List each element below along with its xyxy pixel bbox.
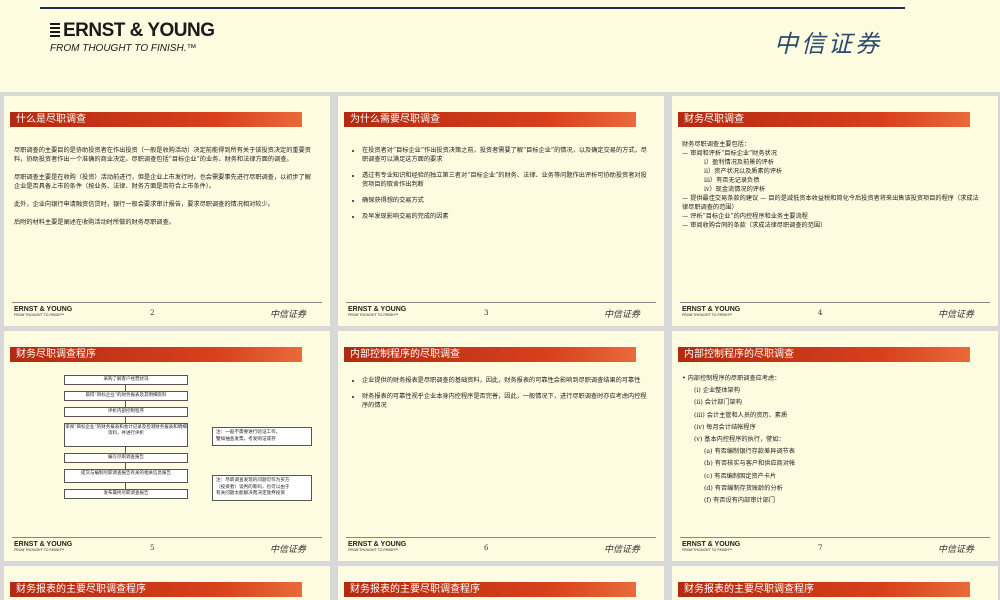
- slide-title: 内部控制程序的尽职调查: [678, 347, 970, 362]
- flow-step: 提交与编制尽职调查报告有关的相关信息报告: [64, 469, 188, 483]
- paragraph: 尽职调查主要是在收购（投资）活动前进行，但是企业上市发行时，也会需要事先进行尽职…: [14, 174, 311, 190]
- slide-footer: ERNST & YOUNG FROM THOUGHT TO FINISH™ 4 中…: [680, 302, 990, 323]
- footer-ey-logo: ERNST & YOUNG FROM THOUGHT TO FINISH™: [14, 541, 73, 552]
- slide-7[interactable]: 内部控制程序的尽职调查 • 内部控制程序的尽职调查应考虑： (i) 企业整体架构…: [672, 331, 998, 561]
- ey-logo-name: ERNST & YOUNG: [63, 20, 215, 41]
- ey-logo-tagline: FROM THOUGHT TO FINISH.™: [50, 43, 197, 54]
- text-line: (d) 有否编制存货账龄的分析: [704, 484, 783, 492]
- slide-8[interactable]: 财务报表的主要尽职调查程序: [4, 566, 330, 600]
- text-line: iii）有否无记录负债: [704, 177, 760, 184]
- slide-title: 为什么需要尽职调查: [344, 112, 636, 127]
- flow-step: 评析内部控制程序: [64, 407, 188, 417]
- slide-title: 内部控制程序的尽职调查: [344, 347, 636, 362]
- page-number: 2: [150, 309, 155, 317]
- footer-ey-logo: ERNST & YOUNG FROM THOUGHT TO FINISH™: [348, 306, 407, 317]
- slide-title: 财务报表的主要尽职调查程序: [344, 582, 636, 597]
- paragraph: 尽职调查的主要目的是协助投资者在作出投资（一般是收购活动）决定前能得到所有关于该…: [14, 147, 311, 163]
- slide-4[interactable]: 财务尽职调查 财务尽职调查主要包括： — 审阅和评析“目标企业”财务状况 i）盈…: [672, 96, 998, 326]
- page-number: 3: [484, 309, 489, 317]
- slide-title: 什么是尽职调查: [10, 112, 302, 127]
- slide-title: 财务尽职调查: [678, 112, 970, 127]
- flow-note: 注：尽职调查发现的问题可作为买方 （投资者）谈判的筹码，也可以由于 有关问题太能…: [212, 475, 312, 501]
- text-line: (iii) 会计主管和人员的资历、素质: [694, 411, 788, 419]
- page-number: 6: [484, 544, 489, 552]
- page-number: 5: [150, 544, 155, 552]
- text-line: (v) 基本内控程序的执行，譬如：: [694, 436, 785, 444]
- footer-cs-logo: 中信证券: [937, 310, 974, 320]
- text-line: • 内部控制程序的尽职调查应考虑：: [682, 375, 781, 382]
- text-line: (b) 有否核实与客户和供应商对帐: [704, 460, 796, 468]
- footer-cs-logo: 中信证券: [269, 310, 306, 320]
- slide-title: 财务报表的主要尽职调查程序: [678, 582, 970, 597]
- text-line: i）盈利情况及前景的评析: [704, 159, 775, 166]
- ey-bars-icon: [50, 23, 60, 37]
- flow-step: 采购了解客户经营状况: [64, 375, 188, 385]
- footer-ey-logo: ERNST & YOUNG FROM THOUGHT TO FINISH™: [348, 541, 407, 552]
- slide-footer: ERNST & YOUNG FROM THOUGHT TO FINISH™ 6 中…: [346, 537, 656, 558]
- slide-title: 财务尽职调查程序: [10, 347, 302, 362]
- slide-body: 财务尽职调查主要包括： — 审阅和评析“目标企业”财务状况 i）盈利情况及前景的…: [682, 140, 984, 230]
- footer-cs-logo: 中信证券: [603, 545, 640, 555]
- slide-2[interactable]: 什么是尽职调查 尽职调查的主要目的是协助投资者在作出投资（一般是收购活动）决定前…: [4, 96, 330, 326]
- footer-cs-logo: 中信证券: [269, 545, 306, 555]
- text-line: ii）资产状况以及质素的评析: [704, 168, 783, 175]
- slide-10[interactable]: 财务报表的主要尽职调查程序: [672, 566, 998, 600]
- text-line: — 提供最佳交易条款的建议 — 目的是减低资本收益税和简化今后投资者将来出售该投…: [682, 195, 979, 211]
- slide-body: 在投资者对“目标企业”作出投资决策之前，投资者需要了解“目标企业”的情况，以及确…: [348, 146, 650, 228]
- slide-footer: ERNST & YOUNG FROM THOUGHT TO FINISH™ 3 中…: [346, 302, 656, 323]
- paragraph: 此外，企业向银行申请融资信贷时，银行一般会要求审计报告，要求尽职调查的情况相对较…: [14, 201, 274, 208]
- slide-footer: ERNST & YOUNG FROM THOUGHT TO FINISH™ 2 中…: [12, 302, 322, 323]
- slide-6[interactable]: 内部控制程序的尽职调查 企业提供的财务报表是尽职调查的基础资料，因此，财务报表的…: [338, 331, 664, 561]
- slide-9[interactable]: 财务报表的主要尽职调查程序: [338, 566, 664, 600]
- bullet-item: 财务报表的可靠性视乎企业本身内控程序是否完善，因此，一般情况下，进行尽职调查时亦…: [362, 392, 650, 410]
- slide-title: 财务报表的主要尽职调查程序: [10, 582, 302, 597]
- text-line: (ii) 会计部门架构: [694, 399, 742, 407]
- flow-step: 审阅“目标企业”的财务报表和会计记录及检测财务报表和明细资料，并进行评析: [64, 423, 188, 447]
- header-rule: [40, 7, 905, 9]
- slide-body: 尽职调查的主要目的是协助投资者在作出投资（一般是收购活动）决定前能得到所有关于该…: [14, 146, 316, 236]
- flow-step: 取得“目标企业”的财务报表及其明细资料: [64, 391, 188, 401]
- footer-cs-logo: 中信证券: [937, 545, 974, 555]
- bullet-item: 企业提供的财务报表是尽职调查的基础资料，因此，财务报表的可靠性会影响到尽职调查结…: [362, 376, 650, 385]
- text-line: (f) 有否设有内部审计部门: [704, 497, 775, 505]
- bullet-item: 确保获得想的交易方式: [362, 196, 650, 205]
- page-header: ERNST & YOUNG FROM THOUGHT TO FINISH.™ 中…: [0, 0, 1000, 92]
- slide-body: 企业提供的财务报表是尽职调查的基础资料，因此，财务报表的可靠性会影响到尽职调查结…: [348, 376, 650, 417]
- text-line: — 审阅和评析“目标企业”财务状况: [682, 150, 777, 157]
- footer-ey-logo: ERNST & YOUNG FROM THOUGHT TO FINISH™: [14, 306, 73, 317]
- page-number: 4: [818, 309, 823, 317]
- text-line: 财务尽职调查主要包括：: [682, 141, 751, 148]
- slide-5[interactable]: 财务尽职调查程序 采购了解客户经营状况 取得“目标企业”的财务报表及其明细资料 …: [4, 331, 330, 561]
- slide-footer: ERNST & YOUNG FROM THOUGHT TO FINISH™ 7 中…: [680, 537, 990, 558]
- slide-body: • 内部控制程序的尽职调查应考虑： (i) 企业整体架构 (ii) 会计部门架构…: [682, 373, 984, 507]
- bullet-item: 及早发现影响交易的完成的因素: [362, 212, 650, 221]
- text-line: (i) 企业整体架构: [694, 387, 740, 395]
- bullet-item: 透过有专业知识和经验的独立第三者对“目标企业”的财务、法律、业务等问题作出评析可…: [362, 171, 650, 189]
- flow-note: 注：一般不需要进行验证工作。 譬如抽查发票，考发购证或存: [212, 427, 312, 446]
- footer-ey-logo: ERNST & YOUNG FROM THOUGHT TO FINISH™: [682, 306, 741, 317]
- footer-ey-logo: ERNST & YOUNG FROM THOUGHT TO FINISH™: [682, 541, 741, 552]
- flow-step: 编写尽职调查报告: [64, 453, 188, 463]
- text-line: (c) 有否编制固定资产卡片: [704, 472, 777, 480]
- page-number: 7: [818, 544, 823, 552]
- text-line: (a) 有否编制银行存款差异调节表: [704, 448, 795, 456]
- flow-step: 发布最终尽职调查报告: [64, 489, 188, 499]
- citic-securities-logo: 中信证券: [774, 30, 882, 58]
- text-line: iv）现金流情况的评析: [704, 186, 766, 193]
- ernst-young-logo: ERNST & YOUNG FROM THOUGHT TO FINISH.™: [50, 20, 215, 54]
- slide-footer: ERNST & YOUNG FROM THOUGHT TO FINISH™ 5 中…: [12, 537, 322, 558]
- text-line: (iv) 每月会计结帐程序: [694, 423, 756, 431]
- bullet-item: 在投资者对“目标企业”作出投资决策之前，投资者需要了解“目标企业”的情况，以及确…: [362, 146, 650, 164]
- text-line: — 审阅收购合同的条款（求成法律尽职调查的范围）: [682, 222, 827, 229]
- paragraph: 后附的材料主要是阐述在收购活动时所做的财务尽职调查。: [14, 219, 175, 226]
- text-line: — 评析“目标企业”的内控程序和业务主要流程: [682, 213, 808, 220]
- slide-3[interactable]: 为什么需要尽职调查 在投资者对“目标企业”作出投资决策之前，投资者需要了解“目标…: [338, 96, 664, 326]
- footer-cs-logo: 中信证券: [603, 310, 640, 320]
